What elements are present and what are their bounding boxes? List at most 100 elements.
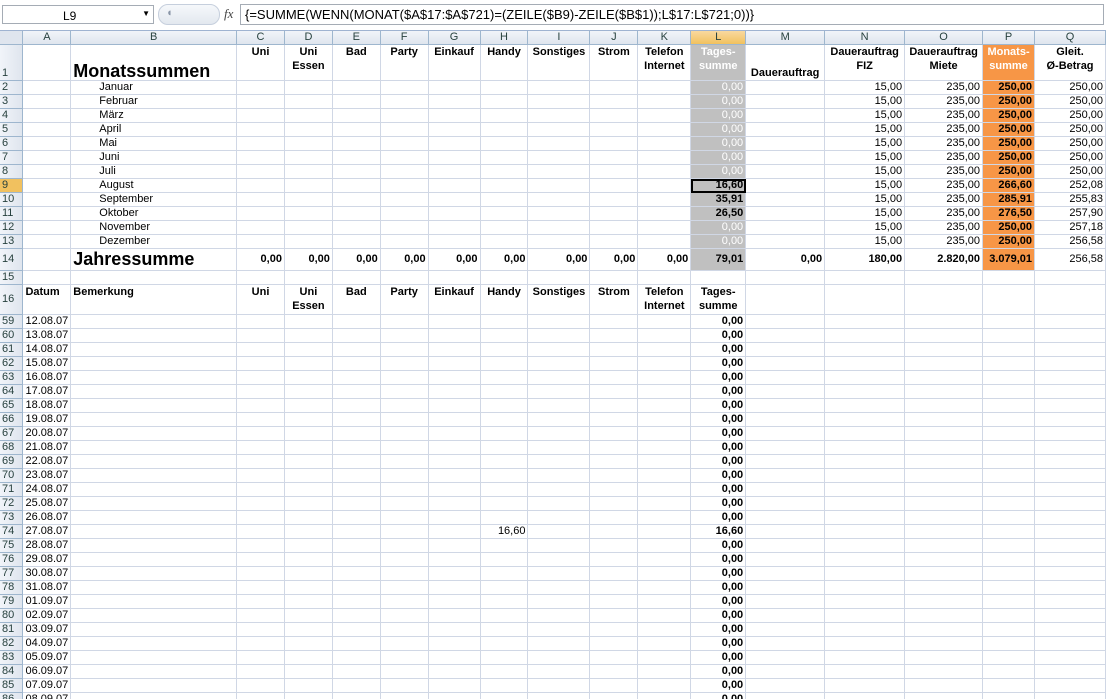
cell[interactable] <box>527 664 591 679</box>
month-gleit-betrag[interactable]: 256,58 <box>1034 234 1106 249</box>
daily-tagessumme[interactable]: 0,00 <box>690 426 747 441</box>
daily-date[interactable]: 30.08.07 <box>22 566 72 581</box>
year-total-h[interactable]: 0,00 <box>480 248 529 271</box>
daily-tagessumme[interactable]: 0,00 <box>690 468 747 483</box>
cell[interactable] <box>527 580 591 595</box>
cell[interactable] <box>380 608 429 623</box>
cell[interactable] <box>904 454 984 469</box>
cell[interactable] <box>284 566 333 581</box>
cell[interactable] <box>428 150 481 165</box>
month-gleit-betrag[interactable]: 255,83 <box>1034 192 1106 207</box>
daily-remark[interactable] <box>70 468 238 483</box>
month-tagessumme[interactable]: 35,91 <box>690 192 747 207</box>
cell[interactable] <box>637 122 692 137</box>
cell[interactable] <box>428 552 481 567</box>
cell[interactable] <box>332 524 381 539</box>
cell[interactable] <box>332 692 381 699</box>
month-dauerauftrag-miete[interactable]: 235,00 <box>904 122 984 137</box>
cell[interactable] <box>380 594 429 609</box>
cell[interactable] <box>637 80 692 95</box>
cell[interactable] <box>1034 482 1106 497</box>
daily-remark[interactable] <box>70 524 238 539</box>
month-dauerauftrag-fiz[interactable]: 15,00 <box>824 108 906 123</box>
cell[interactable] <box>589 150 639 165</box>
year-total-g[interactable]: 0,00 <box>428 248 481 271</box>
daily-remark[interactable] <box>70 538 238 553</box>
cell[interactable] <box>904 636 984 651</box>
month-tagessumme[interactable]: 0,00 <box>690 164 747 179</box>
cell-m[interactable] <box>745 206 826 221</box>
daily-handy[interactable] <box>480 608 529 623</box>
cell[interactable] <box>428 384 481 399</box>
cell[interactable] <box>428 468 481 483</box>
cell[interactable] <box>1034 342 1106 357</box>
daily-tagessumme[interactable]: 0,00 <box>690 566 747 581</box>
cell[interactable] <box>1034 538 1106 553</box>
cell[interactable] <box>589 678 639 693</box>
cell-m[interactable] <box>745 150 826 165</box>
cell[interactable] <box>527 496 591 511</box>
cell[interactable] <box>380 412 429 427</box>
cell[interactable] <box>332 370 381 385</box>
month-tagessumme[interactable]: 0,00 <box>690 80 747 95</box>
cell[interactable] <box>637 650 692 665</box>
cell[interactable] <box>527 482 591 497</box>
cell[interactable] <box>745 636 826 651</box>
cell[interactable] <box>332 80 381 95</box>
cell-a[interactable] <box>22 108 72 123</box>
month-gleit-betrag[interactable]: 257,90 <box>1034 206 1106 221</box>
cell[interactable] <box>824 314 906 329</box>
cell[interactable] <box>332 454 381 469</box>
year-total-f[interactable]: 0,00 <box>380 248 429 271</box>
cell[interactable] <box>745 496 826 511</box>
month-name[interactable]: März <box>70 108 238 123</box>
cell[interactable] <box>589 328 639 343</box>
cell[interactable] <box>745 398 826 413</box>
cell[interactable] <box>982 454 1036 469</box>
daily-date[interactable]: 21.08.07 <box>22 440 72 455</box>
cell[interactable] <box>589 454 639 469</box>
cell[interactable] <box>284 594 333 609</box>
cell[interactable] <box>332 94 381 109</box>
cell[interactable] <box>637 328 692 343</box>
cell[interactable] <box>637 192 692 207</box>
cell[interactable] <box>380 692 429 699</box>
cell-a[interactable] <box>22 206 72 221</box>
cell[interactable] <box>332 122 381 137</box>
cell[interactable] <box>380 80 429 95</box>
cell[interactable] <box>22 270 72 285</box>
daily-remark[interactable] <box>70 664 238 679</box>
cell[interactable] <box>1034 594 1106 609</box>
row-header[interactable]: 76 <box>0 552 24 567</box>
cell[interactable] <box>589 664 639 679</box>
cell[interactable] <box>332 440 381 455</box>
cell[interactable] <box>284 496 333 511</box>
daily-remark[interactable] <box>70 370 238 385</box>
daily-tagessumme[interactable]: 0,00 <box>690 440 747 455</box>
cell[interactable] <box>527 510 591 525</box>
month-dauerauftrag-miete[interactable]: 235,00 <box>904 94 984 109</box>
cell[interactable] <box>284 622 333 637</box>
cell[interactable] <box>589 608 639 623</box>
cell[interactable] <box>589 220 639 235</box>
cell[interactable] <box>332 580 381 595</box>
daily-remark[interactable] <box>70 426 238 441</box>
cell[interactable] <box>284 426 333 441</box>
cell[interactable] <box>428 192 481 207</box>
month-gleit-betrag[interactable]: 250,00 <box>1034 164 1106 179</box>
column-header-o[interactable]: O <box>904 31 984 45</box>
cell[interactable] <box>637 398 692 413</box>
month-name[interactable]: Februar <box>70 94 238 109</box>
month-gleit-betrag[interactable]: 250,00 <box>1034 150 1106 165</box>
cell[interactable] <box>637 566 692 581</box>
name-box[interactable]: L9 ▼ <box>2 5 154 24</box>
daily-handy[interactable] <box>480 454 529 469</box>
daily-date[interactable]: 12.08.07 <box>22 314 72 329</box>
cell[interactable] <box>236 426 285 441</box>
cell[interactable] <box>380 370 429 385</box>
cell[interactable] <box>480 178 529 193</box>
row-header[interactable]: 75 <box>0 538 24 553</box>
month-tagessumme[interactable]: 0,00 <box>690 94 747 109</box>
cell[interactable] <box>982 270 1036 285</box>
cell[interactable] <box>589 510 639 525</box>
